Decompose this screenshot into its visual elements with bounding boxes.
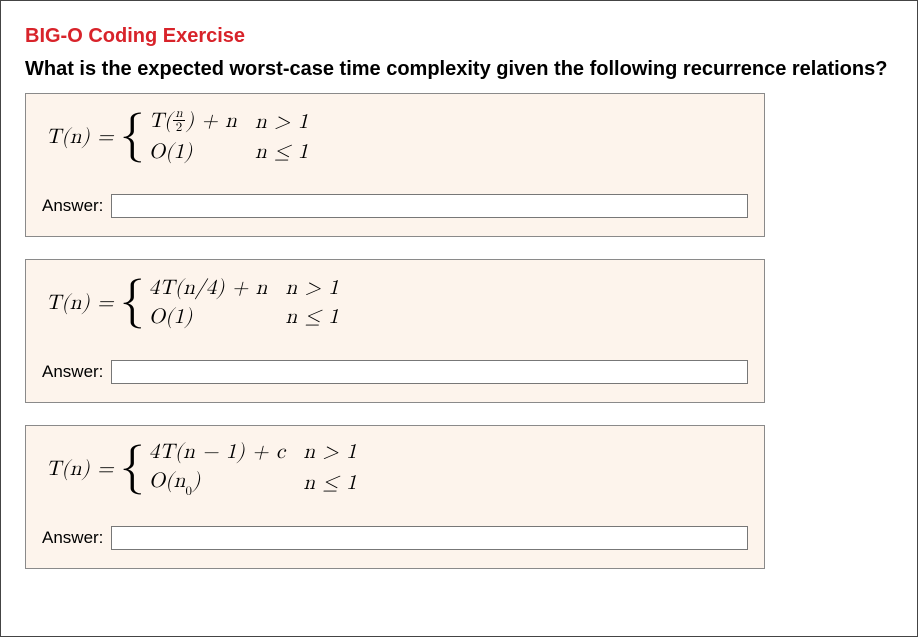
case-cond: n > 1: [286, 276, 339, 301]
answer-input[interactable]: [111, 360, 748, 384]
case-cond: n ≤ 1: [303, 471, 356, 496]
subscript: 0: [185, 485, 192, 498]
recurrence-equation: T(n) = { 4T(n − 1) + c n > 1 O(n0) n ≤ 1: [46, 440, 748, 498]
case-expr-text: T(: [149, 111, 173, 132]
brace-icon: {: [120, 110, 145, 160]
fraction: n2: [173, 107, 184, 134]
page: BIG-O Coding Exercise What is the expect…: [0, 0, 918, 637]
equation-cases: 4T(n/4) + n n > 1 O(1) n ≤ 1: [149, 276, 339, 330]
equation-lhs: T(n) =: [46, 457, 114, 482]
case-cond: n ≤ 1: [255, 140, 308, 165]
answer-label: Answer:: [42, 362, 103, 382]
case-cond: n > 1: [255, 110, 308, 135]
page-title: BIG-O Coding Exercise: [25, 25, 893, 48]
recurrence-equation: T(n) = { 4T(n/4) + n n > 1 O(1) n ≤ 1: [46, 274, 748, 332]
answer-row: Answer:: [42, 194, 748, 218]
case-expr-text: ): [192, 471, 200, 492]
case-expr: 4T(n/4) + n: [149, 276, 268, 301]
case-expr: O(1): [149, 140, 237, 165]
answer-label: Answer:: [42, 528, 103, 548]
fraction-den: 2: [173, 121, 184, 134]
question-text: What is the expected worst-case time com…: [25, 58, 893, 81]
answer-row: Answer:: [42, 360, 748, 384]
equation-lhs: T(n) =: [46, 125, 114, 150]
case-expr-text: ) + n: [186, 111, 237, 132]
case-expr-text: O(n: [149, 471, 186, 492]
problem-block: T(n) = { 4T(n − 1) + c n > 1 O(n0) n ≤ 1…: [25, 425, 765, 569]
problem-block: T(n) = { T(n2) + n n > 1 O(1) n ≤ 1 Answ…: [25, 93, 765, 237]
recurrence-equation: T(n) = { T(n2) + n n > 1 O(1) n ≤ 1: [46, 108, 748, 166]
equation-cases: 4T(n − 1) + c n > 1 O(n0) n ≤ 1: [149, 440, 357, 497]
answer-input[interactable]: [111, 194, 748, 218]
brace-icon: {: [120, 276, 145, 326]
brace-icon: {: [120, 442, 145, 492]
case-cond: n ≤ 1: [286, 305, 339, 330]
problem-block: T(n) = { 4T(n/4) + n n > 1 O(1) n ≤ 1 An…: [25, 259, 765, 403]
case-expr: O(1): [149, 305, 268, 330]
case-expr: 4T(n − 1) + c: [149, 440, 286, 465]
case-cond: n > 1: [303, 440, 356, 465]
case-expr: T(n2) + n: [149, 109, 237, 136]
equation-cases: T(n2) + n n > 1 O(1) n ≤ 1: [149, 109, 309, 165]
case-expr: O(n0): [149, 469, 286, 497]
answer-label: Answer:: [42, 196, 103, 216]
equation-lhs: T(n) =: [46, 291, 114, 316]
fraction-num: n: [173, 107, 184, 121]
answer-row: Answer:: [42, 526, 748, 550]
answer-input[interactable]: [111, 526, 748, 550]
